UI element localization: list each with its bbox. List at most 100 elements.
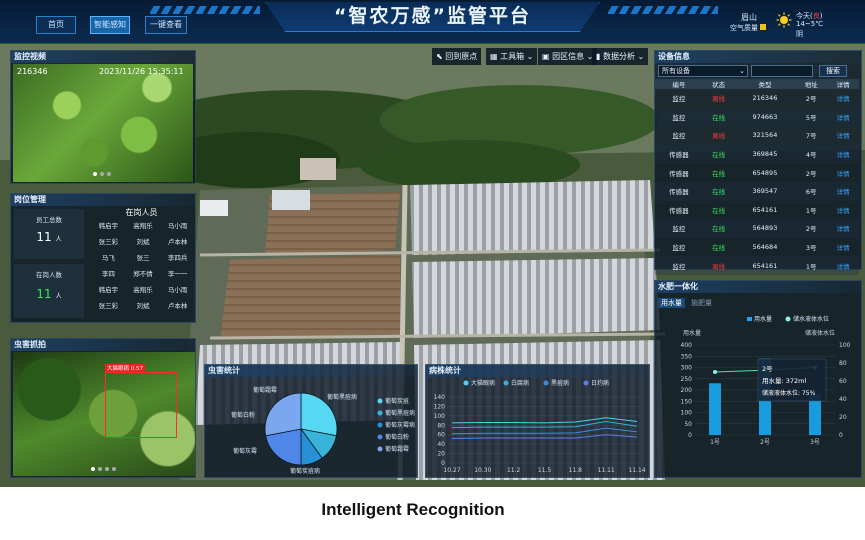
video-feed[interactable]: 216346 2023/11/26 15:35:11 — [13, 64, 193, 182]
device-detail-link[interactable]: 详情 — [827, 163, 859, 182]
device-status: 离线 — [712, 95, 726, 104]
pest-capture-image[interactable]: 大猫眼病 0.57 — [13, 352, 195, 476]
device-filter-select[interactable]: 所有设备 ⌄ — [658, 65, 748, 77]
device-search-input[interactable] — [751, 65, 813, 77]
back-to-origin-button[interactable]: ⬉ 回到原点 — [432, 48, 482, 65]
device-row[interactable]: 监控 离线 216346 2号 详情 — [655, 89, 859, 108]
nav-home-button[interactable]: 首页 — [36, 16, 76, 34]
weather-temp: 14~5℃ — [796, 20, 824, 28]
staff-name: 高翔乐 — [133, 222, 153, 230]
y2-tick-label: 20 — [839, 414, 847, 421]
staff-total-value: 11 — [36, 230, 52, 244]
staff-title: 岗位管理 — [11, 194, 195, 206]
nav-onekey-view-button[interactable]: 一键查看 — [145, 16, 187, 34]
device-info-panel: 设备信息 所有设备 ⌄ 搜索 编号 状态 类型 地址 详情 监控 离线 216346 2… — [654, 50, 862, 275]
pie-slice-label: 葡萄炭疽病 — [290, 467, 320, 475]
figure-caption: Intelligent Recognition — [321, 500, 505, 519]
staff-name: 卢本林 — [167, 302, 188, 310]
device-row[interactable]: 监控 离线 654161 1号 详情 — [655, 256, 859, 275]
col-header: 状态 — [712, 81, 726, 89]
device-detail-link[interactable]: 详情 — [827, 238, 859, 257]
pest-pie-chart[interactable]: 葡萄霜霉葡萄白粉葡萄灰霉葡萄炭疽病葡萄黑痘病葡萄炭疽葡萄黑痘病葡萄灰霉病葡萄白粉… — [205, 377, 419, 477]
monitor-video-panel: 监控视频 216346 2023/11/26 15:35:11 — [10, 50, 196, 184]
y-tick-label: 100 — [681, 410, 693, 417]
device-row[interactable]: 传感器 在线 654161 1号 详情 — [655, 201, 859, 220]
y-tick-label: 250 — [681, 376, 693, 383]
staff-name: 李一一 — [167, 270, 188, 278]
device-detail-link[interactable]: 详情 — [827, 201, 859, 220]
x-tick-label: 11.8 — [569, 467, 583, 474]
device-detail-link[interactable]: 详情 — [827, 219, 859, 238]
disease-line-chart[interactable]: 大猫眼病 白腐病 黑痘病 日灼病 140 120 100 80 60 40 20 010.27 10.3… — [426, 377, 651, 477]
device-row[interactable]: 监控 离线 321564 7号 详情 — [655, 126, 859, 145]
staff-name: 韩启宇 — [98, 286, 119, 294]
legend-swatch — [463, 380, 469, 386]
device-row[interactable]: 传感器 在线 369547 6号 详情 — [655, 181, 859, 201]
water-fertilizer-title: 水肥一体化 — [655, 281, 861, 293]
device-row[interactable]: 监控 在线 564893 2号 详情 — [655, 219, 859, 238]
device-row[interactable]: 监控 在线 564684 3号 详情 — [655, 238, 859, 257]
detection-box: 大猫眼病 0.57 — [105, 364, 177, 438]
y-tick-label: 50 — [684, 421, 692, 428]
water-fertilizer-panel: 水肥一体化 用水量 施肥量 用水量 储水液体水位 用水量 储液体水位 400 350 300… — [654, 280, 862, 478]
y-tick-label: 300 — [681, 365, 693, 372]
x-tick-label: 11.5 — [538, 467, 552, 474]
pie-slice-label: 葡萄白粉 — [231, 411, 255, 419]
y2-tick-label: 100 — [839, 342, 851, 349]
device-address: 2号 — [805, 169, 817, 178]
legend-swatch — [785, 316, 791, 322]
device-detail-link[interactable]: 详情 — [827, 182, 859, 201]
device-detail-link[interactable]: 详情 — [827, 145, 859, 164]
staff-total-card: 员工总数 11 人 — [14, 209, 84, 259]
water-usage-chart[interactable]: 用水量 储水液体水位用水量 储液体水位40035030025020015010050… — [655, 311, 863, 477]
carousel-dots[interactable] — [91, 467, 116, 471]
weather-condition: 阴 — [796, 30, 803, 38]
col-header: 详情 — [836, 81, 850, 89]
device-row[interactable]: 传感器 在线 654895 2号 详情 — [655, 163, 859, 182]
device-type: 传感器 — [669, 169, 689, 178]
y-axis-label: 用水量 — [683, 329, 701, 337]
y-tick-label: 140 — [434, 394, 446, 401]
y2-tick-label: 0 — [839, 432, 843, 439]
pie-slice-label: 葡萄灰霉 — [233, 447, 257, 455]
staff-onduty-value: 11 — [36, 287, 52, 301]
device-type: 监控 — [672, 113, 686, 122]
device-detail-link[interactable]: 详情 — [827, 89, 859, 108]
legend-swatch — [377, 398, 383, 404]
toolbox-button[interactable]: ▦ 工具箱 ⌄ — [486, 48, 538, 65]
nav-smart-sensing-button[interactable]: 智能感知 — [90, 16, 130, 34]
device-detail-link[interactable]: 详情 — [827, 126, 859, 145]
tooltip-level: 储液液体水位: 75% — [762, 389, 816, 397]
y-tick-label: 100 — [434, 413, 446, 420]
pest-stats-title: 虫害统计 — [205, 365, 417, 377]
disease-stats-panel: 病株统计 大猫眼病 白腐病 黑痘病 日灼病 140 120 100 80 60 40 20 0 10.2… — [425, 364, 650, 478]
y-tick-label: 60 — [437, 432, 445, 439]
device-status: 在线 — [712, 113, 726, 122]
monitor-video-title: 监控视频 — [11, 51, 195, 63]
x-tick-label: 3号 — [810, 439, 820, 446]
device-search-button[interactable]: 搜索 — [819, 65, 847, 77]
header-bar: 首页 智能感知 一键查看 “智农万感”监管平台 眉山 空气质量 今天(良) 14… — [0, 0, 865, 44]
staff-unit: 人 — [55, 293, 62, 300]
device-row[interactable]: 监控 在线 974663 5号 详情 — [655, 107, 859, 127]
device-info-title: 设备信息 — [655, 51, 861, 63]
device-detail-link[interactable]: 详情 — [827, 256, 859, 275]
tab-water-usage[interactable]: 用水量 — [658, 298, 685, 308]
video-timestamp: 2023/11/26 15:35:11 — [99, 67, 184, 76]
legend-label: 储水液体水位 — [793, 315, 829, 323]
disease-stats-title: 病株统计 — [426, 365, 649, 377]
y-tick-label: 350 — [681, 353, 693, 360]
park-info-button[interactable]: ▣ 园区信息 ⌄ — [538, 48, 598, 65]
device-address: 7号 — [805, 132, 817, 141]
device-id: 216346 — [752, 94, 778, 103]
y-tick-label: 400 — [681, 342, 693, 349]
device-row[interactable]: 传感器 在线 369845 4号 详情 — [655, 144, 859, 164]
data-analysis-button[interactable]: ▮ 数据分析 ⌄ — [592, 48, 649, 65]
tab-fertilizer-usage[interactable]: 施肥量 — [691, 298, 712, 308]
chevron-down-icon: ⌄ — [526, 52, 534, 61]
carousel-dots[interactable] — [93, 172, 111, 176]
device-detail-link[interactable]: 详情 — [827, 108, 859, 127]
video-device-id: 216346 — [17, 67, 48, 76]
device-id: 369845 — [752, 150, 778, 159]
device-type: 监控 — [672, 132, 686, 141]
